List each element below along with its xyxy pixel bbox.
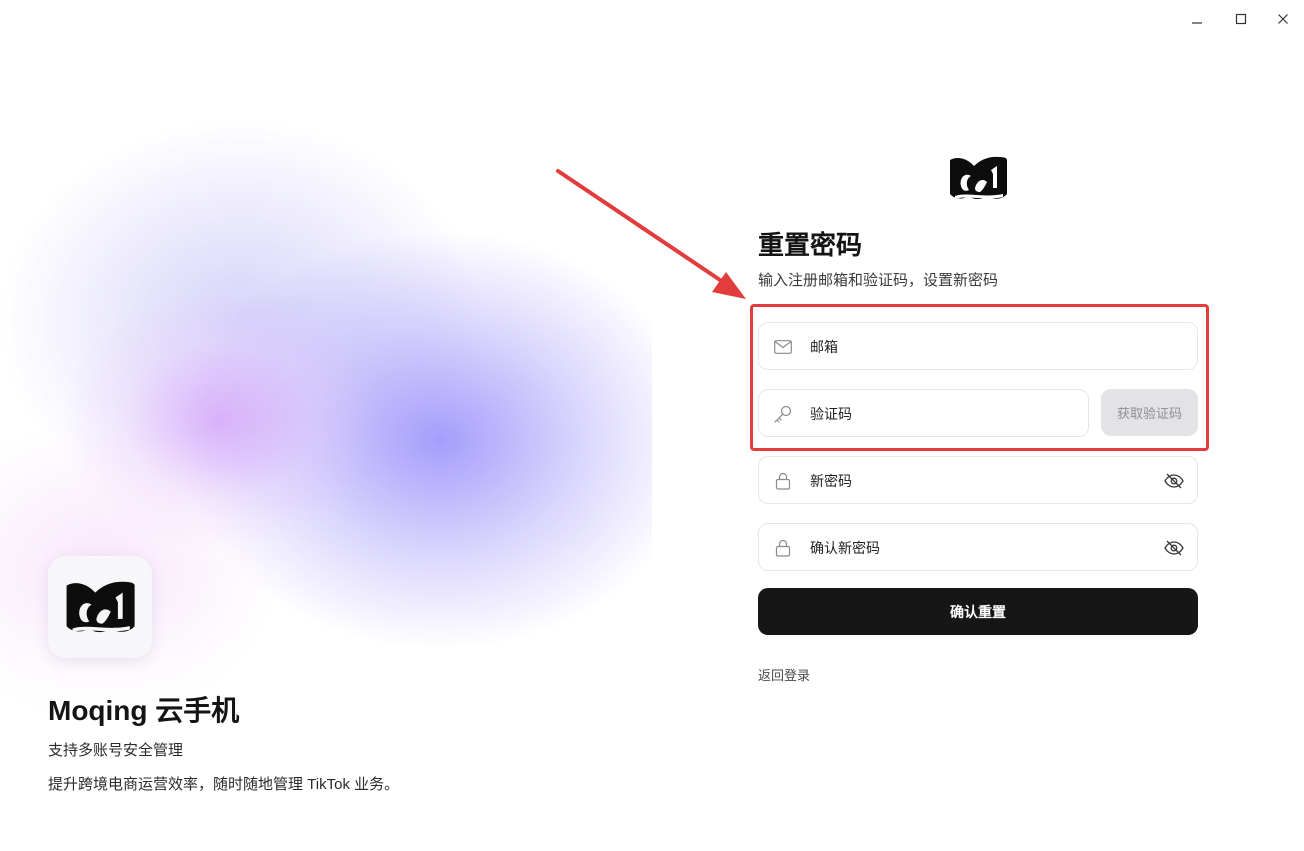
- key-icon: [773, 404, 793, 424]
- new-password-field[interactable]: 新密码: [758, 456, 1198, 504]
- eye-off-icon[interactable]: [1163, 537, 1185, 559]
- maximize-icon: [1235, 13, 1247, 25]
- confirm-reset-button[interactable]: 确认重置: [758, 588, 1198, 635]
- minimize-button[interactable]: [1188, 10, 1206, 28]
- lock-icon: [773, 471, 793, 491]
- mail-icon: [773, 337, 793, 357]
- get-code-button[interactable]: 获取验证码: [1101, 389, 1198, 436]
- confirm-password-placeholder: 确认新密码: [810, 540, 880, 556]
- page-title: 重置密码: [758, 230, 863, 260]
- moqing-logo-icon: [66, 581, 135, 633]
- lock-icon: [773, 538, 793, 558]
- verification-code-field[interactable]: 验证码: [758, 389, 1089, 437]
- email-placeholder: 邮箱: [810, 339, 838, 355]
- minimize-icon: [1192, 22, 1202, 24]
- app-icon-tile: [48, 556, 152, 658]
- new-password-placeholder: 新密码: [810, 473, 852, 489]
- email-field[interactable]: 邮箱: [758, 322, 1198, 370]
- close-button[interactable]: [1274, 10, 1292, 28]
- app-tagline: 支持多账号安全管理: [48, 742, 184, 759]
- app-description: 提升跨境电商运营效率，随时随地管理 TikTok 业务。: [48, 776, 400, 793]
- verification-code-placeholder: 验证码: [810, 406, 852, 422]
- close-icon: [1278, 14, 1288, 24]
- moqing-logo-icon: [950, 156, 1007, 199]
- back-to-login-link[interactable]: 返回登录: [758, 665, 810, 684]
- page-subtitle: 输入注册邮箱和验证码，设置新密码: [758, 272, 999, 289]
- maximize-button[interactable]: [1232, 10, 1250, 28]
- confirm-password-field[interactable]: 确认新密码: [758, 523, 1198, 571]
- app-name: Moqing 云手机: [48, 695, 240, 726]
- eye-off-icon[interactable]: [1163, 470, 1185, 492]
